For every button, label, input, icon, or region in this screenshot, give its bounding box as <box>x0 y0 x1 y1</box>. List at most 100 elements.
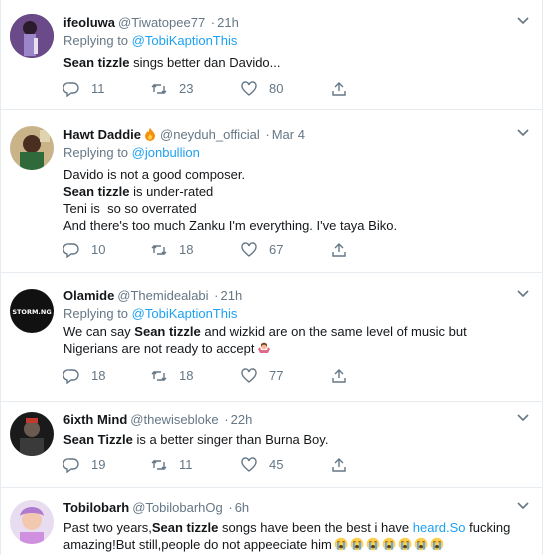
tweet[interactable]: STORM.NG Olamide @Themidealabi · 21h Reply… <box>1 273 542 402</box>
text-line: Davido is not a good composer. <box>63 167 246 182</box>
timestamp[interactable]: Mar 4 <box>272 127 305 142</box>
like-button[interactable]: 45 <box>241 456 283 474</box>
share-button[interactable] <box>331 80 359 98</box>
reply-count: 19 <box>91 457 106 472</box>
highlight-text: Sean tizzle <box>63 184 130 199</box>
highlight-text: Sean tizzle <box>63 55 130 70</box>
reply-icon <box>63 458 79 473</box>
retweet-count: 18 <box>179 368 194 383</box>
loudly-crying-face-icon <box>430 537 444 551</box>
timestamp[interactable]: 22h <box>231 412 253 427</box>
retweet-icon <box>151 460 167 470</box>
text-part: fucking <box>465 520 511 535</box>
retweet-icon <box>151 245 167 255</box>
chevron-down-icon[interactable] <box>516 289 530 299</box>
avatar[interactable] <box>10 126 54 170</box>
replying-to-label: Replying to <box>63 306 129 321</box>
share-button[interactable] <box>331 367 359 385</box>
highlight-text: Sean tizzle <box>134 324 201 339</box>
loudly-crying-face-icon <box>350 537 364 551</box>
author-handle[interactable]: @thewisebloke <box>130 412 218 427</box>
mention-link[interactable]: @TobiKaptionThis <box>132 33 238 48</box>
retweet-button[interactable]: 23 <box>151 80 193 98</box>
highlight-text: Sean tizzle <box>151 520 219 535</box>
text-part: Past two years, <box>63 520 152 535</box>
chevron-down-icon[interactable] <box>516 501 530 511</box>
author-name[interactable]: Olamide <box>63 288 114 303</box>
timestamp[interactable]: 21h <box>217 15 239 30</box>
share-button[interactable] <box>331 241 359 259</box>
text-part: is a better singer than Burna Boy. <box>132 432 329 447</box>
author-name[interactable]: Tobilobarh <box>63 500 129 515</box>
author-handle[interactable]: @TobilobarhOg <box>132 500 223 515</box>
avatar[interactable] <box>10 14 54 58</box>
author-handle[interactable]: @neyduh_official <box>160 127 260 142</box>
author-name[interactable]: 6ixth Mind <box>63 412 127 427</box>
reply-count: 18 <box>91 368 106 383</box>
tweet[interactable]: Hawt Daddie @neyduh_official · Mar 4 Reply… <box>1 110 542 273</box>
timestamp[interactable]: 6h <box>235 500 249 515</box>
like-button[interactable]: 80 <box>241 80 283 98</box>
author-name[interactable]: Hawt Daddie <box>63 127 141 142</box>
mention-link[interactable]: @TobiKaptionThis <box>132 306 238 321</box>
reply-button[interactable]: 19 <box>63 456 105 474</box>
reply-icon <box>63 243 79 258</box>
separator-dot: · <box>224 412 229 427</box>
author-handle[interactable]: @Themidealabi <box>117 288 208 303</box>
retweet-count: 18 <box>179 242 194 257</box>
text-part: and wizkid are on the same level of musi… <box>200 324 467 339</box>
avatar[interactable]: STORM.NG <box>10 289 54 333</box>
loudly-crying-face-icon <box>366 537 380 551</box>
timestamp[interactable]: 21h <box>221 288 243 303</box>
crying-emoji-row <box>332 537 444 552</box>
share-button[interactable] <box>331 456 359 474</box>
text-part: songs have been the best i have <box>218 520 413 535</box>
reply-button[interactable]: 18 <box>63 367 105 385</box>
heart-icon <box>241 81 257 96</box>
author-handle[interactable]: @Tiwatopee77 <box>118 15 205 30</box>
retweet-icon <box>151 371 167 381</box>
separator-dot: · <box>228 500 233 515</box>
author-name[interactable]: ifeoluwa <box>63 15 115 30</box>
loudly-crying-face-icon <box>382 537 396 551</box>
reply-button[interactable]: 10 <box>63 241 105 259</box>
replying-to-label: Replying to <box>63 33 129 48</box>
tweet-link[interactable]: heard.So <box>413 520 466 535</box>
tweet[interactable]: ifeoluwa @Tiwatopee77 · 21h Replying to @T… <box>1 0 542 110</box>
text-line: We can say Sean tizzle and wizkid are on… <box>63 323 530 340</box>
reply-button[interactable]: 11 <box>63 80 105 98</box>
text-line: Teni is so so overrated <box>63 201 197 216</box>
tweet[interactable]: 6ixth Mind @thewisebloke · 22h Sean Tizzle… <box>1 402 542 488</box>
text-part: We can say <box>63 324 135 339</box>
loudly-crying-face-icon <box>414 537 428 551</box>
tweet[interactable]: Tobilobarh @TobilobarhOg · 6h Past two yea… <box>1 488 542 555</box>
separator-dot: · <box>210 15 216 30</box>
tweet-text: Sean tizzle sings better dan Davido... <box>63 54 530 71</box>
avatar-label: STORM.NG <box>12 308 51 316</box>
mention-link[interactable]: @jonbullion <box>132 145 200 160</box>
like-button[interactable]: 67 <box>241 241 283 259</box>
share-icon <box>332 369 346 383</box>
chevron-down-icon[interactable] <box>516 16 530 26</box>
chevron-down-icon[interactable] <box>516 413 530 423</box>
retweet-icon <box>151 84 167 94</box>
loudly-crying-face-icon <box>398 537 412 551</box>
avatar[interactable] <box>10 412 54 456</box>
like-button[interactable]: 77 <box>241 367 283 385</box>
share-icon <box>332 243 346 257</box>
chevron-down-icon[interactable] <box>516 128 530 138</box>
retweet-button[interactable]: 18 <box>151 367 193 385</box>
retweet-button[interactable]: 18 <box>151 241 193 259</box>
replying-to: Replying to @TobiKaptionThis <box>63 32 530 50</box>
replying-to: Replying to @jonbullion <box>63 144 530 162</box>
loudly-crying-face-icon <box>334 537 348 551</box>
retweet-count: 23 <box>179 81 194 96</box>
heart-icon <box>241 457 257 472</box>
fire-emoji-icon <box>145 128 156 141</box>
avatar[interactable] <box>10 500 54 544</box>
text-line: Sean Tizzle is a better singer than Burn… <box>63 431 530 448</box>
retweet-button[interactable]: 11 <box>151 456 193 474</box>
text-line-rest: is under-rated <box>129 184 214 199</box>
text-line: And there's too much Zanku I'm everythin… <box>63 218 398 233</box>
tweet-feed: ifeoluwa @Tiwatopee77 · 21h Replying to @T… <box>0 0 543 555</box>
